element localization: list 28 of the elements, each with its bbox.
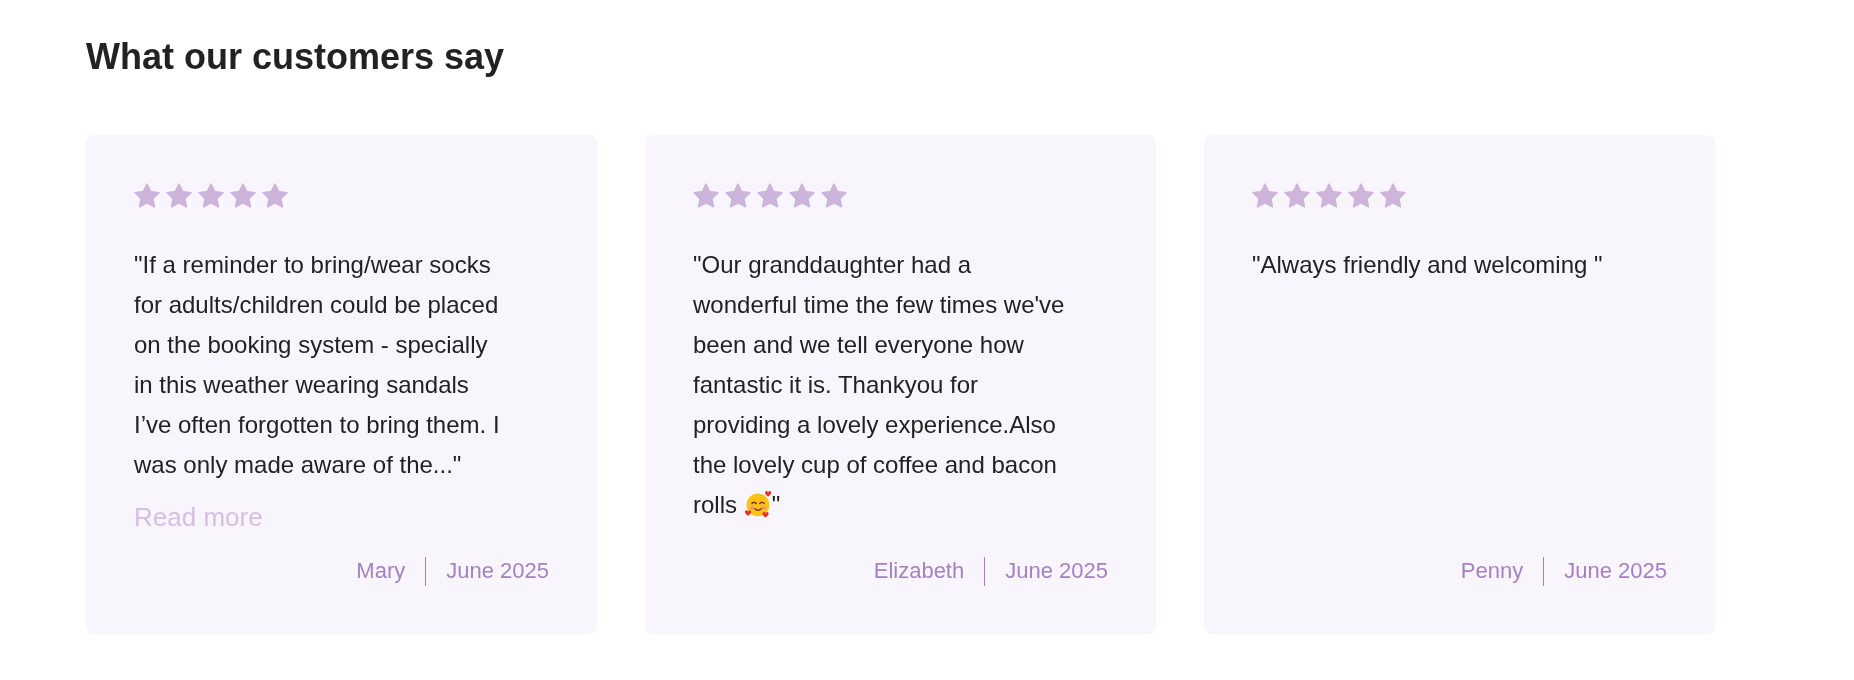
star-icon [693,183,719,209]
star-icon [757,183,783,209]
star-icon [134,183,160,209]
star-icon [262,183,288,209]
star-icon [821,183,847,209]
section-heading: What our customers say [86,35,505,79]
star-icon [1252,183,1278,209]
review-text: rolls [693,491,738,519]
star-icon [725,183,751,209]
reviewer-name: Elizabeth [873,557,965,586]
review-date: June 2025 [1005,557,1108,586]
star-icon [166,183,192,209]
star-icon [1316,183,1342,209]
review-text: "If a reminder to bring/wear socks for adults/children could be placed on the booking system - specially in this weather wearing sandals I’ve often forgotten to bring them. I was only made aware of the..." [134,251,500,479]
review-text: " [771,491,781,519]
reviewer-name: Mary [356,557,406,586]
star-icon [1380,183,1406,209]
star-icon [198,183,224,209]
star-icon [789,183,815,209]
read-more-link[interactable]: Read more [134,499,263,536]
review-text: "Always friendly and welcoming " [1252,251,1603,279]
star-icon [1284,183,1310,209]
reviewer-name: Penny [1460,557,1524,586]
review-date: June 2025 [446,557,549,586]
review-date: June 2025 [1564,557,1667,586]
smiling-face-hearts-icon [743,490,772,519]
star-icon [1348,183,1374,209]
star-icon [230,183,256,209]
